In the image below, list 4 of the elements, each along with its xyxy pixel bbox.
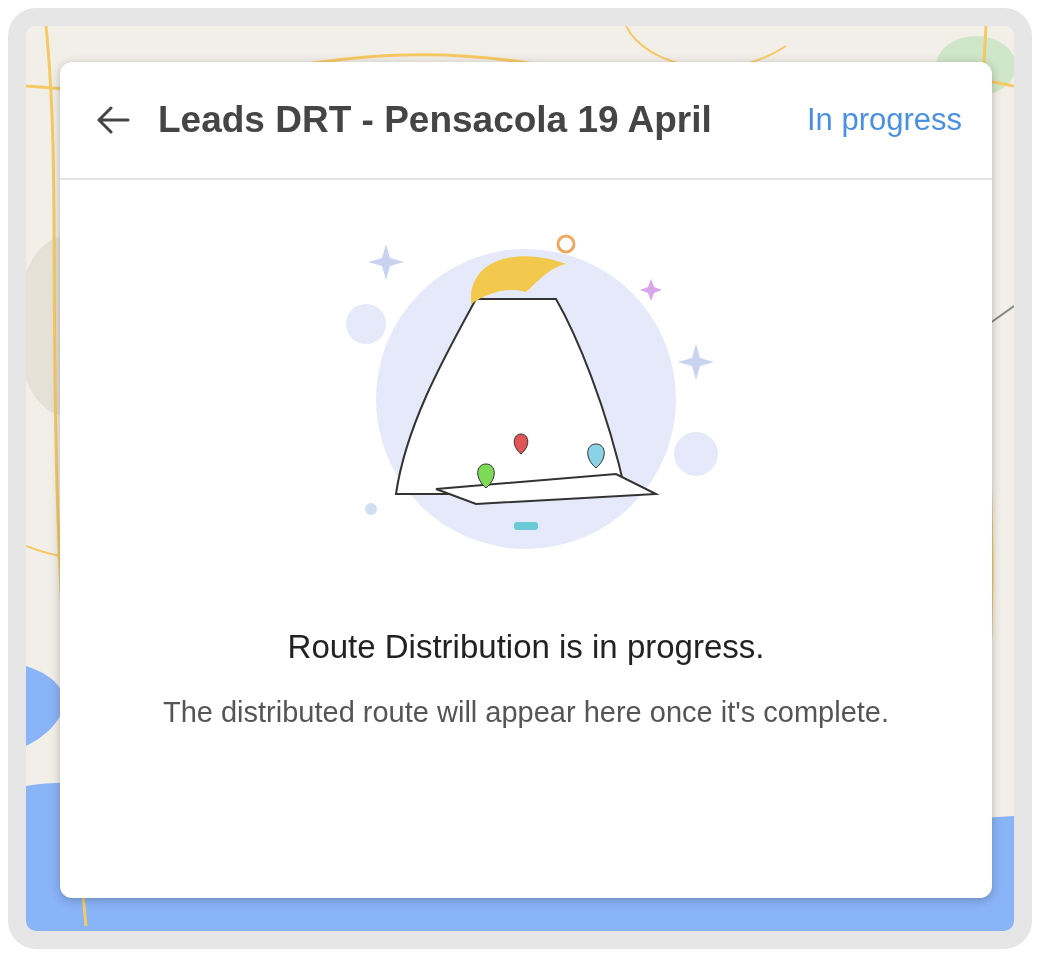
status-link[interactable]: In progress [806,96,962,144]
route-title: Leads DRT - Pensacola 19 April [158,98,713,143]
status-heading: Route Distribution is in progress. [287,627,765,667]
status-message: The distributed route will appear here once it's complete. [161,694,891,730]
